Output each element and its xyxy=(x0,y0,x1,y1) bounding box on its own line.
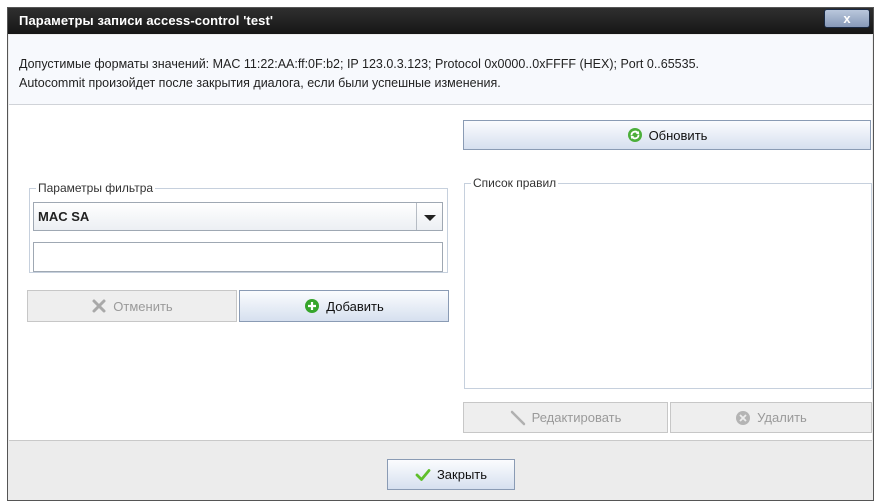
delete-label: Удалить xyxy=(757,410,807,425)
main-content: Обновить Параметры фильтра MAC SA Список… xyxy=(9,105,872,440)
edit-button[interactable]: Редактировать xyxy=(463,402,668,433)
close-window-button[interactable]: x xyxy=(824,9,870,28)
filter-value-input[interactable] xyxy=(33,242,443,272)
dialog-title: Параметры записи access-control 'test' xyxy=(19,13,274,28)
close-icon: x xyxy=(843,11,851,26)
cross-icon xyxy=(91,298,107,314)
add-button[interactable]: Добавить xyxy=(239,290,449,322)
delete-icon xyxy=(735,410,751,426)
pencil-icon xyxy=(510,410,526,426)
rules-list[interactable] xyxy=(468,196,869,387)
chevron-down-icon[interactable] xyxy=(416,203,442,230)
filter-group-legend: Параметры фильтра xyxy=(36,181,156,195)
refresh-button[interactable]: Обновить xyxy=(463,120,871,150)
title-bar[interactable]: Параметры записи access-control 'test' x xyxy=(8,8,873,34)
close-button[interactable]: Закрыть xyxy=(387,459,515,490)
cancel-button[interactable]: Отменить xyxy=(27,290,237,322)
refresh-label: Обновить xyxy=(648,127,708,143)
rules-group-legend: Список правил xyxy=(471,176,559,190)
filter-group: Параметры фильтра MAC SA xyxy=(29,181,448,273)
rules-group: Список правил xyxy=(464,176,872,389)
info-panel: Допустимые форматы значений: MAC 11:22:A… xyxy=(9,35,872,105)
format-hint: Допустимые форматы значений: MAC 11:22:A… xyxy=(19,57,699,71)
dialog-footer: Закрыть xyxy=(9,440,872,500)
plus-circle-icon xyxy=(304,298,320,314)
edit-label: Редактировать xyxy=(531,410,622,425)
check-icon xyxy=(415,467,431,483)
cancel-label: Отменить xyxy=(113,298,173,314)
refresh-icon xyxy=(627,127,643,143)
add-label: Добавить xyxy=(326,298,384,314)
close-label: Закрыть xyxy=(436,467,488,482)
delete-button[interactable]: Удалить xyxy=(670,402,872,433)
filter-type-value: MAC SA xyxy=(38,209,90,224)
filter-type-select[interactable]: MAC SA xyxy=(33,202,443,231)
dialog-window: Параметры записи access-control 'test' x… xyxy=(7,7,874,501)
autocommit-hint: Autocommit произойдет после закрытия диа… xyxy=(19,76,501,90)
